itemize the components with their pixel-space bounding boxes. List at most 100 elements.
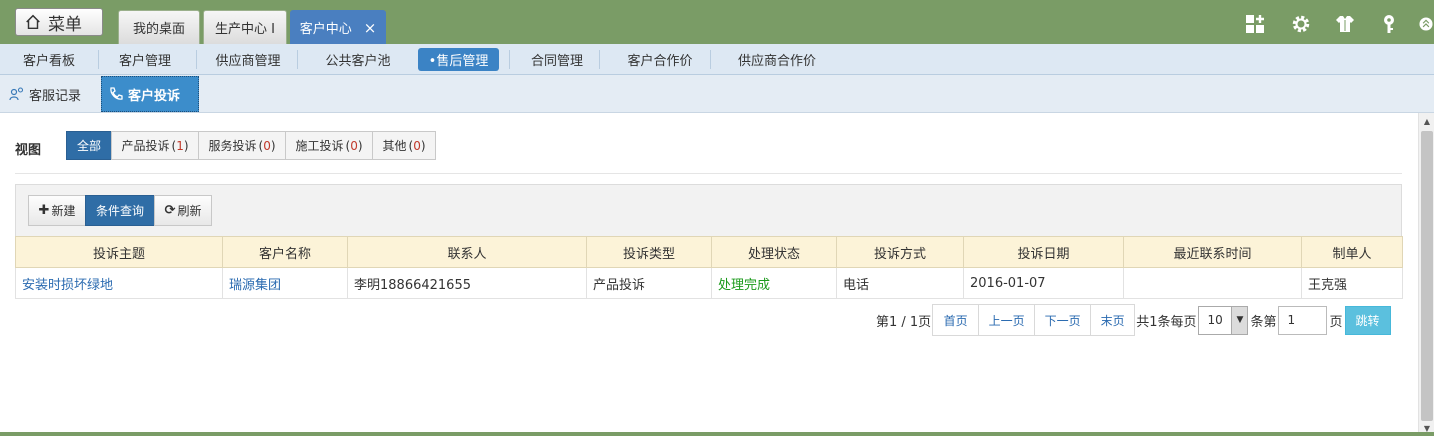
nav-divider	[509, 50, 510, 69]
total-text: 共1条每页	[1136, 314, 1197, 330]
cell-contact: 李明18866421655	[347, 267, 587, 299]
nav-item-customer-management[interactable]: 客户管理	[106, 48, 184, 71]
filter-label: 其他	[382, 139, 407, 153]
refresh-button[interactable]: ⟳ 刷新	[154, 195, 212, 226]
nav-item-customer-board[interactable]: 客户看板	[10, 48, 88, 71]
nav-item-supplier-price[interactable]: 供应商合作价	[722, 48, 832, 71]
module-nav-bar: 客户看板 客户管理 供应商管理 公共客户池 •售后管理 合同管理 客户合作价 供…	[0, 44, 1434, 75]
column-header[interactable]: 联系人	[347, 236, 587, 268]
tab-customer-complaints[interactable]: 客户投诉	[101, 76, 199, 112]
tshirt-icon[interactable]	[1333, 12, 1357, 36]
column-header[interactable]: 投诉日期	[963, 236, 1124, 268]
vertical-scrollbar[interactable]: ▲ ▼	[1418, 113, 1434, 436]
query-label: 条件查询	[95, 204, 144, 218]
nav-item-after-sales[interactable]: •售后管理	[418, 48, 499, 71]
top-bar: 菜单 我的桌面 生产中心 I 客户中心 ×	[0, 0, 1434, 44]
nav-divider	[98, 50, 99, 69]
jump-button[interactable]: 跳转	[1344, 305, 1391, 335]
tab-service-records[interactable]: 客服记录	[6, 76, 96, 112]
filter-count: 0	[350, 138, 358, 153]
tab-label: 生产中心 I	[215, 22, 275, 37]
filter-label: 产品投诉	[121, 139, 170, 153]
column-header[interactable]: 制单人	[1301, 236, 1403, 268]
home-icon	[26, 14, 40, 30]
filter-count: 0	[263, 138, 271, 153]
cell-date: 2016-01-07	[963, 267, 1124, 299]
sub-tab-bar: 客服记录 客户投诉	[0, 75, 1434, 113]
nav-divider	[297, 50, 298, 69]
refresh-label: 刷新	[177, 204, 202, 218]
nav-divider	[196, 50, 197, 69]
menu-button[interactable]: 菜单	[15, 8, 103, 36]
filter-count: 1	[176, 138, 184, 153]
plus-icon: ✚	[38, 203, 50, 218]
add-widget-icon[interactable]	[1243, 12, 1267, 36]
prev-page-button[interactable]: 上一页	[978, 304, 1036, 336]
chevron-down-icon: ▼	[1231, 306, 1248, 334]
cell-method: 电话	[836, 267, 964, 299]
toolbar: ✚ 新建 条件查询 ⟳ 刷新	[15, 184, 1402, 236]
scroll-up-arrow-icon[interactable]: ▲	[1419, 113, 1434, 129]
complaint-subject-link[interactable]: 安装时损坏绿地	[22, 278, 113, 293]
nav-item-supplier-management[interactable]: 供应商管理	[204, 48, 292, 71]
cell-customer: 瑞源集团	[222, 267, 348, 299]
key-icon[interactable]	[1377, 12, 1401, 36]
new-button[interactable]: ✚ 新建	[28, 195, 86, 226]
tab-label: 客服记录	[29, 88, 82, 104]
first-page-button[interactable]: 首页	[932, 304, 980, 336]
filter-all-button[interactable]: 全部	[66, 131, 112, 160]
filter-product-complaint-button[interactable]: 产品投诉(1)	[111, 131, 199, 160]
nav-item-contract-management[interactable]: 合同管理	[517, 48, 597, 71]
column-header[interactable]: 处理状态	[711, 236, 837, 268]
table-header-row: 投诉主题 客户名称 联系人 投诉类型 处理状态 投诉方式 投诉日期 最近联系时间…	[15, 236, 1403, 268]
cell-creator: 王克强	[1301, 267, 1403, 299]
goto-suffix: 页	[1329, 314, 1343, 330]
filter-other-button[interactable]: 其他(0)	[372, 131, 436, 160]
table-row[interactable]: 安装时损坏绿地 瑞源集团 李明18866421655 产品投诉 处理完成 电话 …	[15, 267, 1403, 299]
column-header[interactable]: 客户名称	[222, 236, 348, 268]
tab-label: 客户中心	[299, 22, 352, 37]
new-label: 新建	[51, 204, 76, 218]
people-icon	[9, 87, 24, 101]
filter-label: 施工投诉	[295, 139, 344, 153]
nav-item-public-customer-pool[interactable]: 公共客户池	[311, 48, 405, 71]
column-header[interactable]: 投诉方式	[836, 236, 964, 268]
filter-count: 0	[413, 138, 421, 153]
bottom-border	[0, 432, 1434, 436]
page-size-select[interactable]: 10 ▼	[1198, 305, 1249, 335]
cell-subject: 安装时损坏绿地	[15, 267, 223, 299]
page-info: 第1 / 1页	[876, 314, 932, 330]
customer-name-link[interactable]: 瑞源集团	[229, 278, 281, 293]
page-number-input[interactable]	[1278, 305, 1328, 335]
tab-my-desktop[interactable]: 我的桌面	[118, 10, 200, 44]
status-text: 处理完成	[718, 277, 771, 293]
divider	[15, 173, 1402, 174]
close-icon[interactable]: ×	[364, 19, 377, 37]
filter-label: 全部	[76, 139, 101, 153]
column-header[interactable]: 投诉类型	[586, 236, 712, 268]
scroll-thumb[interactable]	[1421, 131, 1433, 421]
cell-status: 处理完成	[711, 267, 837, 299]
filter-label: 服务投诉	[208, 139, 257, 153]
tab-label: 客户投诉	[128, 88, 181, 104]
next-page-button[interactable]: 下一页	[1034, 304, 1092, 336]
column-header[interactable]: 最近联系时间	[1123, 236, 1302, 268]
gear-icon[interactable]	[1289, 12, 1313, 36]
cell-last-contact	[1123, 267, 1302, 299]
menu-label: 菜单	[48, 14, 82, 35]
refresh-icon: ⟳	[164, 203, 176, 218]
cell-type: 产品投诉	[586, 267, 712, 299]
view-filter-group: 全部 产品投诉(1) 服务投诉(0) 施工投诉(0) 其他(0)	[66, 131, 436, 160]
complaints-table: 投诉主题 客户名称 联系人 投诉类型 处理状态 投诉方式 投诉日期 最近联系时间…	[15, 236, 1403, 299]
filter-construction-complaint-button[interactable]: 施工投诉(0)	[285, 131, 373, 160]
collapse-icon[interactable]	[1418, 12, 1434, 36]
tab-customer-center[interactable]: 客户中心 ×	[290, 10, 386, 44]
tab-production-center[interactable]: 生产中心 I	[203, 10, 287, 44]
last-page-button[interactable]: 末页	[1090, 304, 1136, 336]
filter-service-complaint-button[interactable]: 服务投诉(0)	[198, 131, 286, 160]
page-size-value: 10	[1207, 313, 1223, 327]
nav-item-customer-price[interactable]: 客户合作价	[612, 48, 708, 71]
condition-query-button[interactable]: 条件查询	[85, 195, 155, 226]
pagination: 第1 / 1页 首页 上一页 下一页 末页 共1条每页 10 ▼ 条第 页 跳转	[876, 304, 1391, 336]
column-header[interactable]: 投诉主题	[15, 236, 223, 268]
